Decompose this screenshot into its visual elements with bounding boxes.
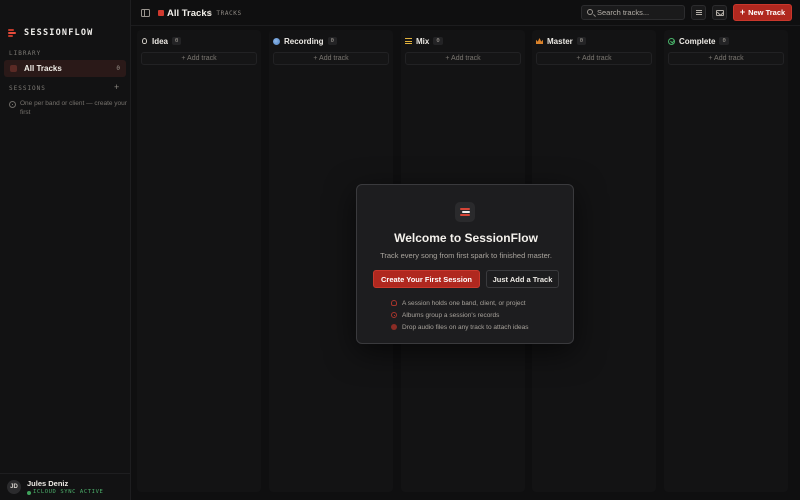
sessions-empty-hint[interactable]: One per band or client — create your fir… xyxy=(9,99,127,117)
brand-name: SESSIONFLOW xyxy=(24,28,94,38)
column-title: Mix xyxy=(416,36,430,46)
column-count: 0 xyxy=(576,37,587,45)
user-profile[interactable]: JD Jules Deniz ICLOUD SYNC ACTIVE xyxy=(0,473,131,500)
audio-file-icon xyxy=(391,324,397,330)
sidebar: SESSIONFLOW LIBRARY All Tracks 0 SESSION… xyxy=(0,0,131,500)
create-first-session-button[interactable]: Create Your First Session xyxy=(373,270,480,288)
sessions-label: SESSIONS xyxy=(9,85,46,92)
sessionflow-logo-icon xyxy=(8,29,16,37)
search-input[interactable] xyxy=(597,7,683,18)
album-icon xyxy=(391,312,397,318)
add-track-button[interactable]: + Add track xyxy=(273,52,389,65)
tips-list: A session holds one band, client, or pro… xyxy=(391,297,571,333)
plus-circle-icon xyxy=(9,101,16,108)
tip-text: Albums group a session's records xyxy=(402,311,500,319)
top-bar: All Tracks 0 TRACKS + New Track xyxy=(131,0,800,26)
sidebar-toggle-icon[interactable] xyxy=(141,9,150,17)
avatar: JD xyxy=(7,480,21,494)
page-title: All Tracks xyxy=(167,8,212,19)
column-header: Master 0 xyxy=(536,35,587,47)
column-complete: Complete 0 + Add track xyxy=(664,30,788,492)
sidebar-item-all-tracks[interactable]: All Tracks 0 xyxy=(4,60,126,77)
list-view-button[interactable] xyxy=(691,5,706,20)
column-count: 0 xyxy=(719,37,729,45)
column-title: Idea xyxy=(152,36,169,46)
search-icon xyxy=(587,9,593,15)
crown-icon xyxy=(536,38,543,45)
library-label: LIBRARY xyxy=(9,50,42,57)
column-count: 0 xyxy=(327,37,337,45)
recording-icon xyxy=(273,37,280,45)
welcome-modal: Welcome to SessionFlow Track every song … xyxy=(356,184,574,344)
title-color-dot xyxy=(158,10,164,16)
tip-text: Drop audio files on any track to attach … xyxy=(402,323,529,331)
list-item: Drop audio files on any track to attach … xyxy=(391,321,571,333)
sessions-hint-text: One per band or client — create your fir… xyxy=(20,100,127,116)
column-header: Complete 0 xyxy=(668,35,729,47)
search-box[interactable] xyxy=(581,5,685,20)
column-count: 0 xyxy=(172,37,182,45)
sessionflow-logo-icon xyxy=(455,202,475,222)
column-idea: Idea 0 + Add track xyxy=(137,30,261,492)
add-session-button[interactable]: + xyxy=(114,83,119,92)
modal-title: Welcome to SessionFlow xyxy=(394,231,538,245)
mail-button[interactable] xyxy=(712,5,727,20)
list-item: A session holds one band, client, or pro… xyxy=(391,297,571,309)
add-track-button[interactable]: + Add track xyxy=(141,52,257,65)
plus-icon: + xyxy=(739,7,746,17)
add-track-button[interactable]: + Add track xyxy=(536,52,652,65)
just-add-track-button[interactable]: Just Add a Track xyxy=(486,270,559,288)
mail-icon xyxy=(716,10,724,16)
sidebar-item-count: 0 xyxy=(116,65,120,72)
column-header: Mix 0 xyxy=(405,35,443,47)
list-item: Albums group a session's records xyxy=(391,309,571,321)
sync-status-dot-icon xyxy=(27,491,31,495)
sidebar-item-label: All Tracks xyxy=(24,64,62,73)
column-header: Idea 0 xyxy=(141,35,182,47)
column-title: Recording xyxy=(284,36,324,46)
brand: SESSIONFLOW xyxy=(8,28,94,38)
check-circle-icon xyxy=(668,37,675,45)
list-icon xyxy=(696,10,702,15)
tracks-icon xyxy=(10,65,17,72)
column-title: Complete xyxy=(679,36,716,46)
new-track-button[interactable]: + New Track xyxy=(733,4,792,21)
sync-status: ICLOUD SYNC ACTIVE xyxy=(33,489,104,495)
column-title: Master xyxy=(547,36,573,46)
column-header: Recording 0 xyxy=(273,35,337,47)
add-track-button[interactable]: + Add track xyxy=(668,52,784,65)
new-track-label: New Track xyxy=(748,8,786,17)
people-icon xyxy=(391,300,397,306)
lightbulb-icon xyxy=(141,38,148,45)
modal-subtitle: Track every song from first spark to fin… xyxy=(380,251,552,260)
mixer-icon xyxy=(405,38,412,45)
tip-text: A session holds one band, client, or pro… xyxy=(402,299,526,307)
add-track-button[interactable]: + Add track xyxy=(405,52,521,65)
column-count: 0 xyxy=(433,37,443,45)
track-count: 0 TRACKS xyxy=(208,10,242,17)
user-name: Jules Deniz xyxy=(27,479,69,488)
